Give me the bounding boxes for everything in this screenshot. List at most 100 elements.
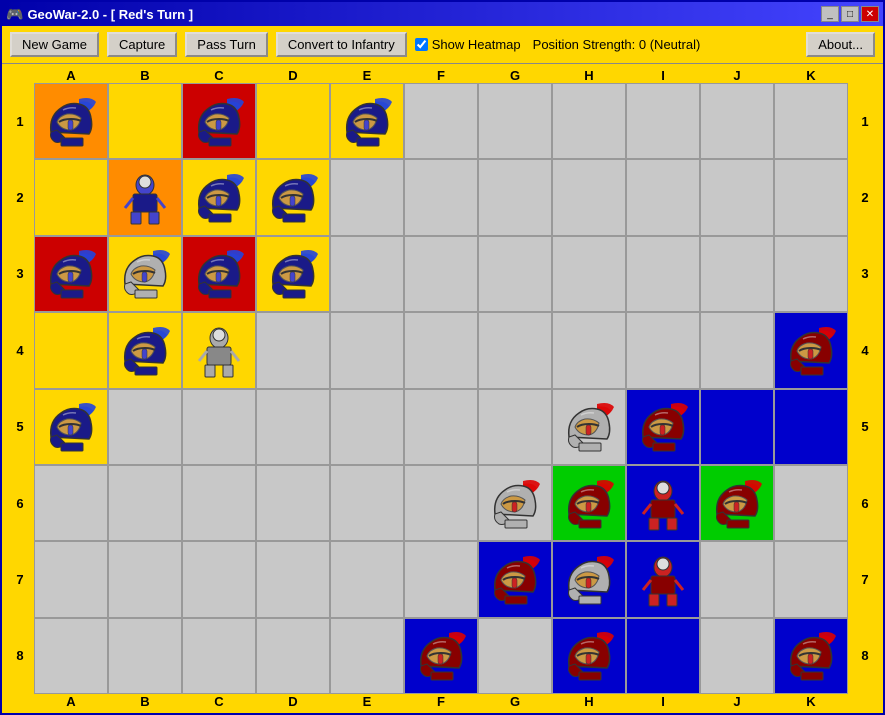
- cell-j5[interactable]: [700, 389, 774, 465]
- cell-h1[interactable]: [552, 83, 626, 159]
- cell-k6[interactable]: [774, 465, 848, 541]
- minimize-button[interactable]: _: [821, 6, 839, 22]
- cell-g5[interactable]: [478, 389, 552, 465]
- cell-e3[interactable]: [330, 236, 404, 312]
- cell-g8[interactable]: [478, 618, 552, 694]
- cell-g7[interactable]: [478, 541, 552, 617]
- cell-c8[interactable]: [182, 618, 256, 694]
- cell-k2[interactable]: [774, 159, 848, 235]
- cell-g2[interactable]: [478, 159, 552, 235]
- cell-a4[interactable]: [34, 312, 108, 388]
- cell-j8[interactable]: [700, 618, 774, 694]
- row-label-right-1: 1: [851, 83, 879, 159]
- cell-h3[interactable]: [552, 236, 626, 312]
- cell-f1[interactable]: [404, 83, 478, 159]
- cell-d8[interactable]: [256, 618, 330, 694]
- cell-h6[interactable]: [552, 465, 626, 541]
- cell-b1[interactable]: [108, 83, 182, 159]
- about-button[interactable]: About...: [806, 32, 875, 57]
- cell-a1[interactable]: [34, 83, 108, 159]
- cell-h2[interactable]: [552, 159, 626, 235]
- cell-i1[interactable]: [626, 83, 700, 159]
- cell-h5[interactable]: [552, 389, 626, 465]
- cell-a5[interactable]: [34, 389, 108, 465]
- cell-d7[interactable]: [256, 541, 330, 617]
- cell-a3[interactable]: [34, 236, 108, 312]
- cell-b8[interactable]: [108, 618, 182, 694]
- cell-f6[interactable]: [404, 465, 478, 541]
- new-game-button[interactable]: New Game: [10, 32, 99, 57]
- cell-f5[interactable]: [404, 389, 478, 465]
- cell-c1[interactable]: [182, 83, 256, 159]
- cell-k1[interactable]: [774, 83, 848, 159]
- show-heatmap-checkbox[interactable]: [415, 38, 428, 51]
- cell-b2[interactable]: [108, 159, 182, 235]
- cell-a7[interactable]: [34, 541, 108, 617]
- cell-i4[interactable]: [626, 312, 700, 388]
- cell-c2[interactable]: [182, 159, 256, 235]
- cell-c6[interactable]: [182, 465, 256, 541]
- cell-f7[interactable]: [404, 541, 478, 617]
- cell-k5[interactable]: [774, 389, 848, 465]
- cell-a2[interactable]: [34, 159, 108, 235]
- cell-e7[interactable]: [330, 541, 404, 617]
- cell-d2[interactable]: [256, 159, 330, 235]
- cell-d1[interactable]: [256, 83, 330, 159]
- cell-i2[interactable]: [626, 159, 700, 235]
- cell-h8[interactable]: [552, 618, 626, 694]
- cell-c7[interactable]: [182, 541, 256, 617]
- show-heatmap-label[interactable]: Show Heatmap: [415, 37, 521, 52]
- cell-k3[interactable]: [774, 236, 848, 312]
- convert-infantry-button[interactable]: Convert to Infantry: [276, 32, 407, 57]
- cell-e6[interactable]: [330, 465, 404, 541]
- cell-j6[interactable]: [700, 465, 774, 541]
- cell-b3[interactable]: [108, 236, 182, 312]
- cell-c5[interactable]: [182, 389, 256, 465]
- cell-j2[interactable]: [700, 159, 774, 235]
- cell-b5[interactable]: [108, 389, 182, 465]
- close-button[interactable]: ✕: [861, 6, 879, 22]
- cell-d3[interactable]: [256, 236, 330, 312]
- cell-e2[interactable]: [330, 159, 404, 235]
- cell-j7[interactable]: [700, 541, 774, 617]
- cell-j3[interactable]: [700, 236, 774, 312]
- cell-e4[interactable]: [330, 312, 404, 388]
- cell-i3[interactable]: [626, 236, 700, 312]
- cell-f3[interactable]: [404, 236, 478, 312]
- cell-k8[interactable]: [774, 618, 848, 694]
- cell-g1[interactable]: [478, 83, 552, 159]
- cell-i5[interactable]: [626, 389, 700, 465]
- cell-k4[interactable]: [774, 312, 848, 388]
- cell-c4[interactable]: [182, 312, 256, 388]
- col-header-h: H: [552, 694, 626, 709]
- cell-e8[interactable]: [330, 618, 404, 694]
- cell-h7[interactable]: [552, 541, 626, 617]
- cell-g4[interactable]: [478, 312, 552, 388]
- cell-g3[interactable]: [478, 236, 552, 312]
- maximize-button[interactable]: □: [841, 6, 859, 22]
- pass-turn-button[interactable]: Pass Turn: [185, 32, 268, 57]
- cell-a6[interactable]: [34, 465, 108, 541]
- cell-d6[interactable]: [256, 465, 330, 541]
- cell-f4[interactable]: [404, 312, 478, 388]
- cell-g6[interactable]: [478, 465, 552, 541]
- cell-d4[interactable]: [256, 312, 330, 388]
- cell-i6[interactable]: [626, 465, 700, 541]
- cell-f2[interactable]: [404, 159, 478, 235]
- cell-c3[interactable]: [182, 236, 256, 312]
- cell-e5[interactable]: [330, 389, 404, 465]
- cell-d5[interactable]: [256, 389, 330, 465]
- cell-f8[interactable]: [404, 618, 478, 694]
- capture-button[interactable]: Capture: [107, 32, 177, 57]
- cell-e1[interactable]: [330, 83, 404, 159]
- cell-i7[interactable]: [626, 541, 700, 617]
- cell-b4[interactable]: [108, 312, 182, 388]
- cell-j1[interactable]: [700, 83, 774, 159]
- cell-i8[interactable]: [626, 618, 700, 694]
- cell-j4[interactable]: [700, 312, 774, 388]
- cell-b6[interactable]: [108, 465, 182, 541]
- cell-b7[interactable]: [108, 541, 182, 617]
- cell-h4[interactable]: [552, 312, 626, 388]
- cell-k7[interactable]: [774, 541, 848, 617]
- cell-a8[interactable]: [34, 618, 108, 694]
